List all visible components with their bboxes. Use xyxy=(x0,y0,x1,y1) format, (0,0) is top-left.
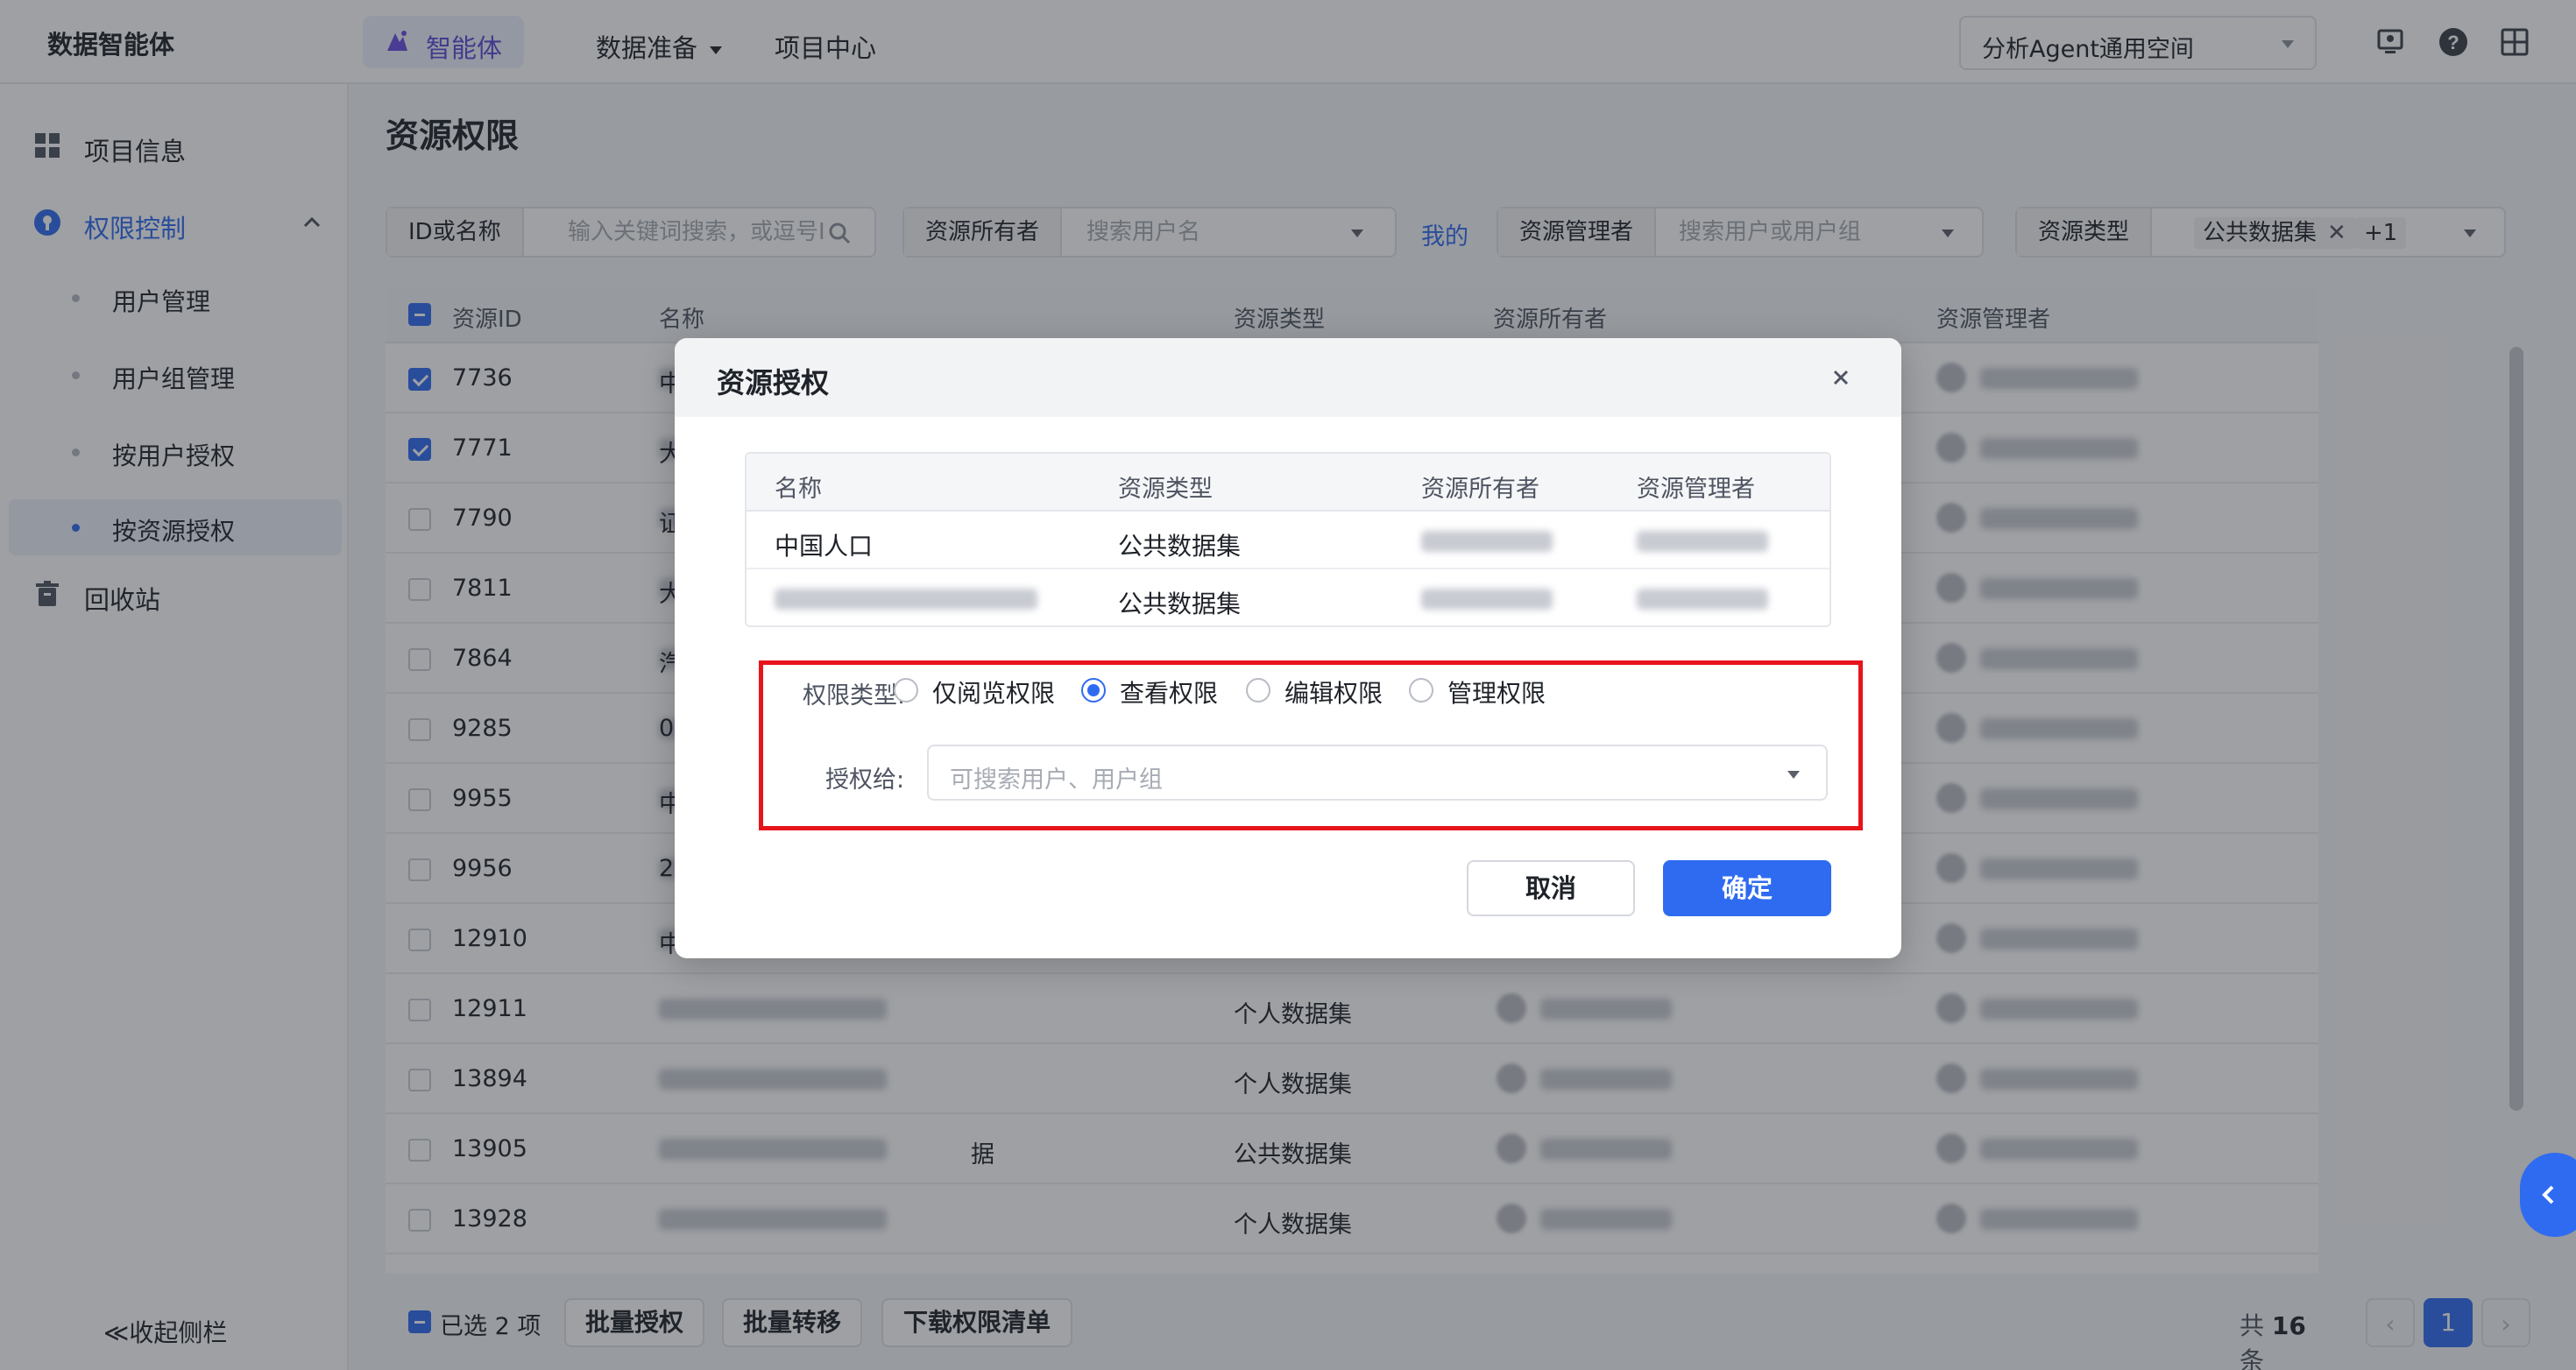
grant-to-placeholder: 可搜索用户、用户组 xyxy=(950,766,1163,794)
modal-col-owner: 资源所有者 xyxy=(1421,476,1539,503)
grant-modal: 资源授权 名称 资源类型 资源所有者 资源管理者 中国人口 公共数据集 公共数据… xyxy=(675,338,1901,958)
permission-radio-label[interactable]: 编辑权限 xyxy=(1284,674,1383,710)
close-icon[interactable] xyxy=(1828,364,1854,391)
modal-cell-type: 公共数据集 xyxy=(1118,590,1242,618)
redacted-manager xyxy=(1637,589,1768,610)
permission-radio[interactable] xyxy=(1246,678,1270,703)
permission-radio-label[interactable]: 查看权限 xyxy=(1120,674,1218,710)
grant-to-select[interactable]: 可搜索用户、用户组 xyxy=(927,745,1828,801)
modal-resource-table: 名称 资源类型 资源所有者 资源管理者 中国人口 公共数据集 公共数据集 xyxy=(745,452,1831,627)
redacted-name xyxy=(775,589,1037,610)
permission-radio-label[interactable]: 管理权限 xyxy=(1447,674,1546,710)
permission-type-label: 权限类型: xyxy=(803,682,906,710)
app-root: 数据智能体 智能体 数据准备 项目中心 分析Agent通用空间 ? 项目信息 权… xyxy=(0,0,2576,1370)
modal-cell-type: 公共数据集 xyxy=(1118,532,1242,561)
modal-col-name: 名称 xyxy=(775,476,822,503)
cancel-button[interactable]: 取消 xyxy=(1467,860,1635,916)
permission-radio[interactable] xyxy=(894,678,918,703)
redacted-owner xyxy=(1421,531,1553,552)
modal-table-row: 中国人口 公共数据集 xyxy=(747,512,1829,569)
modal-table-header: 名称 资源类型 资源所有者 资源管理者 xyxy=(747,454,1829,512)
permission-radio-label[interactable]: 仅阅览权限 xyxy=(932,674,1055,710)
grant-to-label: 授权给: xyxy=(825,766,905,794)
modal-header: 资源授权 xyxy=(675,338,1901,417)
modal-table-row: 公共数据集 xyxy=(747,569,1829,625)
chevron-down-icon xyxy=(1787,771,1800,779)
confirm-button[interactable]: 确定 xyxy=(1663,860,1831,916)
modal-cell-name: 中国人口 xyxy=(775,532,874,561)
modal-col-type: 资源类型 xyxy=(1118,476,1213,503)
permission-radio[interactable] xyxy=(1081,678,1106,703)
modal-col-manager: 资源管理者 xyxy=(1637,476,1755,503)
redacted-manager xyxy=(1637,531,1768,552)
redacted-owner xyxy=(1421,589,1553,610)
chevron-left-icon xyxy=(2542,1185,2554,1204)
sidebar-toggle-button[interactable] xyxy=(2520,1153,2576,1237)
modal-title: 资源授权 xyxy=(717,366,830,399)
permission-radio[interactable] xyxy=(1409,678,1433,703)
